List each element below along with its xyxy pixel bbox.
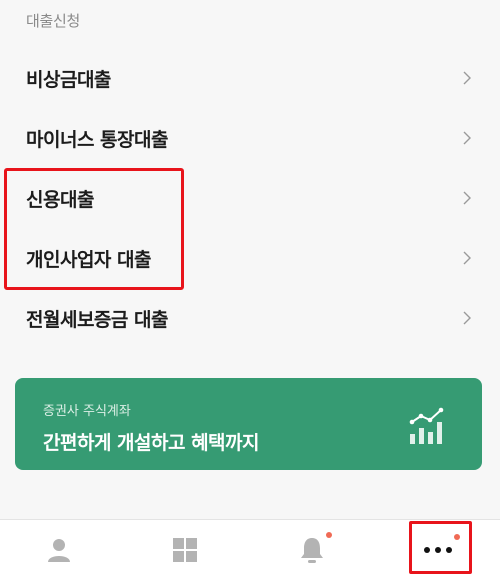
menu-item-jeonse-deposit-loan[interactable]: 전월세보증금 대출: [0, 288, 500, 348]
menu-item-label: 마이너스 통장대출: [26, 128, 168, 151]
notification-dot: [326, 532, 332, 538]
section-title: 대출신청: [26, 12, 81, 30]
chevron-right-icon: [460, 188, 474, 208]
stock-chart-icon: [409, 407, 444, 444]
menu-item-label: 신용대출: [26, 188, 94, 211]
chevron-right-icon: [460, 68, 474, 88]
nav-menu[interactable]: [169, 534, 201, 566]
nav-profile[interactable]: [43, 534, 75, 566]
loan-menu: 비상금대출 마이너스 통장대출 신용대출 개인사업자 대출 전월세보증금 대출: [0, 48, 500, 348]
nav-notifications[interactable]: [296, 532, 332, 566]
promo-title: 간편하게 개설하고 혜택까지: [43, 432, 260, 454]
menu-item-business-loan[interactable]: 개인사업자 대출: [0, 228, 500, 288]
chevron-right-icon: [460, 308, 474, 328]
menu-item-label: 비상금대출: [26, 68, 111, 91]
promo-banner[interactable]: 증권사 주식계좌 간편하게 개설하고 혜택까지: [15, 378, 482, 470]
menu-item-emergency-loan[interactable]: 비상금대출: [0, 48, 500, 108]
menu-item-credit-loan[interactable]: 신용대출: [0, 168, 500, 228]
menu-item-label: 전월세보증금 대출: [26, 308, 168, 331]
menu-item-minus-account-loan[interactable]: 마이너스 통장대출: [0, 108, 500, 168]
bell-icon: [301, 538, 323, 563]
chevron-right-icon: [460, 128, 474, 148]
promo-subtitle: 증권사 주식계좌: [43, 404, 131, 419]
grid-icon: [173, 538, 197, 562]
person-icon: [48, 539, 70, 562]
menu-item-label: 개인사업자 대출: [26, 248, 151, 271]
chevron-right-icon: [460, 248, 474, 268]
highlight-box-more: [409, 521, 472, 574]
